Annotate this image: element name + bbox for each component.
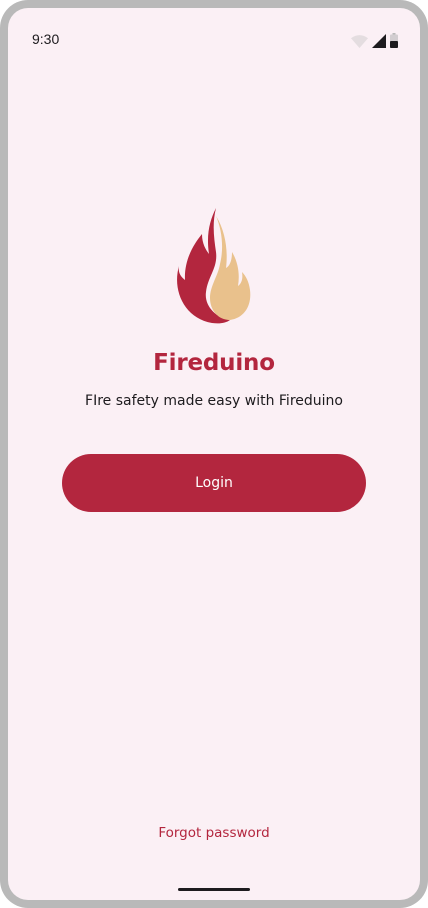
login-screen: 9:30 Fireduino FIre safety made easy wit… <box>8 8 420 900</box>
status-bar: 9:30 <box>8 8 420 48</box>
forgot-password-link[interactable]: Forgot password <box>8 825 420 841</box>
battery-icon <box>390 33 398 48</box>
gesture-nav-handle[interactable] <box>178 888 250 891</box>
login-button[interactable]: Login <box>62 454 366 512</box>
status-time: 9:30 <box>32 31 60 47</box>
device-frame: 9:30 Fireduino FIre safety made easy wit… <box>0 0 428 908</box>
flame-logo-icon <box>176 206 252 326</box>
app-tagline: FIre safety made easy with Fireduino <box>85 393 343 409</box>
cellular-signal-icon <box>372 34 386 48</box>
wifi-icon <box>351 35 368 48</box>
status-icons <box>351 33 398 48</box>
app-title: Fireduino <box>153 350 275 376</box>
